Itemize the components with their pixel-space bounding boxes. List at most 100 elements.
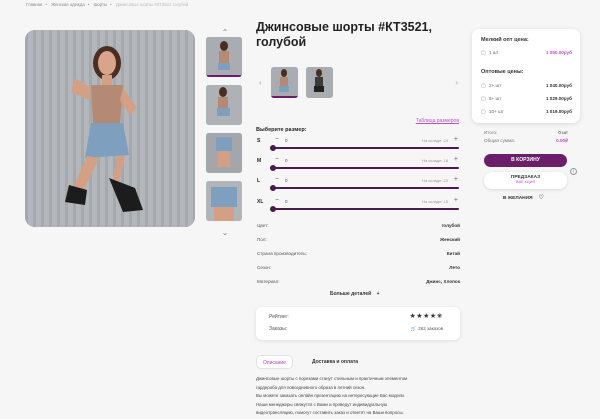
- chevron-right-icon[interactable]: ›: [455, 78, 458, 87]
- stock-count: На складе: 20: [422, 178, 448, 183]
- size-selector-header: Выберите размер: Таблица размеров: [256, 118, 461, 133]
- quantity-value[interactable]: 0: [285, 138, 288, 143]
- product-title: Джинсовые шорты #КТ3521, голубой: [256, 20, 432, 49]
- total-row: Итого: 0 шт: [484, 130, 568, 138]
- cart-icon: 🛒: [410, 326, 417, 331]
- minus-icon[interactable]: −: [275, 197, 279, 204]
- quantity-value[interactable]: 0: [285, 178, 288, 183]
- chevron-up-icon[interactable]: ⌃: [206, 29, 244, 37]
- minus-icon[interactable]: −: [275, 156, 279, 163]
- quantity-slider-track[interactable]: [270, 147, 459, 149]
- stock-count: На складе: 18: [422, 158, 448, 163]
- sum-value: 0.00₽: [556, 138, 568, 143]
- thumbnail[interactable]: [206, 181, 242, 221]
- plus-icon: +: [376, 291, 380, 297]
- thumbnail-image: [206, 85, 242, 125]
- color-variant-blue[interactable]: [271, 67, 298, 98]
- quantity-value[interactable]: 0: [285, 158, 288, 163]
- breadcrumb-current: Джинсовые шорты #КТ3521 голубой: [115, 2, 189, 7]
- price-value: 1 019.00руб: [545, 109, 572, 114]
- plus-icon[interactable]: +: [454, 176, 458, 183]
- product-description: Джинсовые шорты с порезами станут стильн…: [256, 375, 466, 418]
- rating-stars: ★★★★✬: [409, 313, 443, 320]
- orders-count-text: 262 заказов: [418, 326, 443, 331]
- rating-label: Рейтинг:: [269, 314, 289, 320]
- breadcrumb-women[interactable]: Женская одежда: [51, 2, 85, 7]
- quantity-slider-track[interactable]: [270, 208, 459, 210]
- total-value: 0 шт: [558, 130, 568, 135]
- thumbnail-strip: ⌃ ⌄: [206, 29, 244, 237]
- price-qty: 1 шт: [489, 50, 499, 55]
- info-tabs: Описание Доставка и оплата: [256, 355, 461, 369]
- size-heading: Выберите размер:: [256, 127, 307, 133]
- price-line: ▢ 10+ шт 1 019.00руб: [481, 109, 572, 118]
- spec-key: Сезон:: [257, 265, 272, 270]
- description-line: гардероба для повседневного образа в лет…: [256, 384, 366, 390]
- product-main-photo[interactable]: [25, 30, 195, 227]
- preorder-button[interactable]: ПРЕДЗАКАЗ ВВЕ.КЦИЯ: [484, 172, 567, 189]
- heart-icon[interactable]: ♡: [539, 195, 544, 201]
- price-qty: 10+ шт: [489, 109, 504, 114]
- price-value: 1 040.00руб: [545, 83, 572, 88]
- spec-value: Лето: [449, 265, 460, 270]
- price-line: ▢ 5+ шт 1 029.00руб: [481, 96, 572, 105]
- more-details-label: Больше деталей: [330, 291, 372, 297]
- spec-value: Женский: [440, 237, 460, 242]
- spec-value: голубой: [441, 223, 460, 228]
- thumbnail[interactable]: [206, 85, 242, 125]
- quantity-slider-handle[interactable]: [270, 206, 276, 212]
- size-table-link[interactable]: Таблица размеров: [416, 118, 459, 124]
- color-variant-black[interactable]: [306, 67, 333, 98]
- breadcrumb-separator: •: [45, 2, 47, 7]
- box-icon: ▢: [481, 83, 486, 89]
- order-totals: Итого: 0 шт Общая сумма: 0.00₽: [484, 130, 568, 146]
- preorder-label: ПРЕДЗАКАЗ: [510, 175, 541, 180]
- thumbnail-image: [206, 37, 242, 77]
- small-wholesale-heading: Мелкий опт цена:: [481, 37, 529, 43]
- spec-value: Джинс, Хлопок: [426, 279, 460, 284]
- quantity-slider-track[interactable]: [270, 187, 459, 189]
- size-row-l: L − 0 На складе: 20 +: [256, 176, 461, 197]
- chevron-down-icon[interactable]: ⌄: [206, 229, 244, 237]
- breadcrumb-shorts[interactable]: Шорты: [93, 2, 107, 7]
- box-icon: ▢: [481, 96, 486, 102]
- chevron-left-icon[interactable]: ‹: [259, 78, 262, 87]
- box-icon: ▢: [481, 50, 486, 56]
- size-row-s: S − 0 На складе: 24 +: [256, 136, 461, 157]
- breadcrumb-home[interactable]: Главная: [26, 2, 42, 7]
- plus-icon[interactable]: +: [454, 136, 458, 143]
- thumbnail[interactable]: [206, 133, 242, 173]
- more-details-button[interactable]: Больше деталей +: [330, 291, 380, 297]
- price-qty: 2+ шт: [489, 83, 502, 88]
- info-icon[interactable]: i: [570, 168, 577, 175]
- quantity-slider-track[interactable]: [270, 167, 459, 169]
- quantity-slider-handle[interactable]: [270, 145, 276, 151]
- orders-label: Заказы:: [269, 326, 288, 332]
- add-to-cart-button[interactable]: В КОРЗИНУ: [484, 154, 567, 167]
- thumbnail[interactable]: [206, 37, 242, 77]
- plus-icon[interactable]: +: [454, 156, 458, 163]
- quantity-value[interactable]: 0: [285, 199, 288, 204]
- size-label: L: [257, 178, 261, 184]
- sum-row: Общая сумма: 0.00₽: [484, 138, 568, 146]
- quantity-slider-handle[interactable]: [270, 165, 276, 171]
- tab-delivery[interactable]: Доставка и оплата: [306, 355, 364, 369]
- wishlist-label: В ЖЕЛАНИЯ: [503, 196, 533, 201]
- rating-box: Рейтинг: ★★★★✬ Заказы: 🛒 262 заказов: [256, 307, 460, 340]
- spec-key: Цвет:: [257, 223, 269, 228]
- breadcrumb-separator: •: [110, 2, 112, 7]
- wishlist-button[interactable]: В ЖЕЛАНИЯ ♡: [503, 194, 544, 201]
- spec-row: Пол: Женский: [256, 237, 461, 251]
- wholesale-heading: Оптовые цены:: [481, 69, 524, 75]
- minus-icon[interactable]: −: [275, 136, 279, 143]
- spec-key: Пол:: [257, 237, 267, 242]
- plus-icon[interactable]: +: [454, 197, 458, 204]
- size-row-xl: XL − 0 На складе: 15 +: [256, 197, 461, 218]
- quantity-slider-handle[interactable]: [270, 185, 276, 191]
- size-label: XL: [257, 199, 264, 205]
- spec-row: Сезон: Лето: [256, 265, 461, 279]
- price-line: ▢ 1 шт 1 050.00руб: [481, 50, 572, 59]
- stock-count: На складе: 24: [422, 138, 448, 143]
- minus-icon[interactable]: −: [275, 176, 279, 183]
- tab-description[interactable]: Описание: [256, 355, 294, 369]
